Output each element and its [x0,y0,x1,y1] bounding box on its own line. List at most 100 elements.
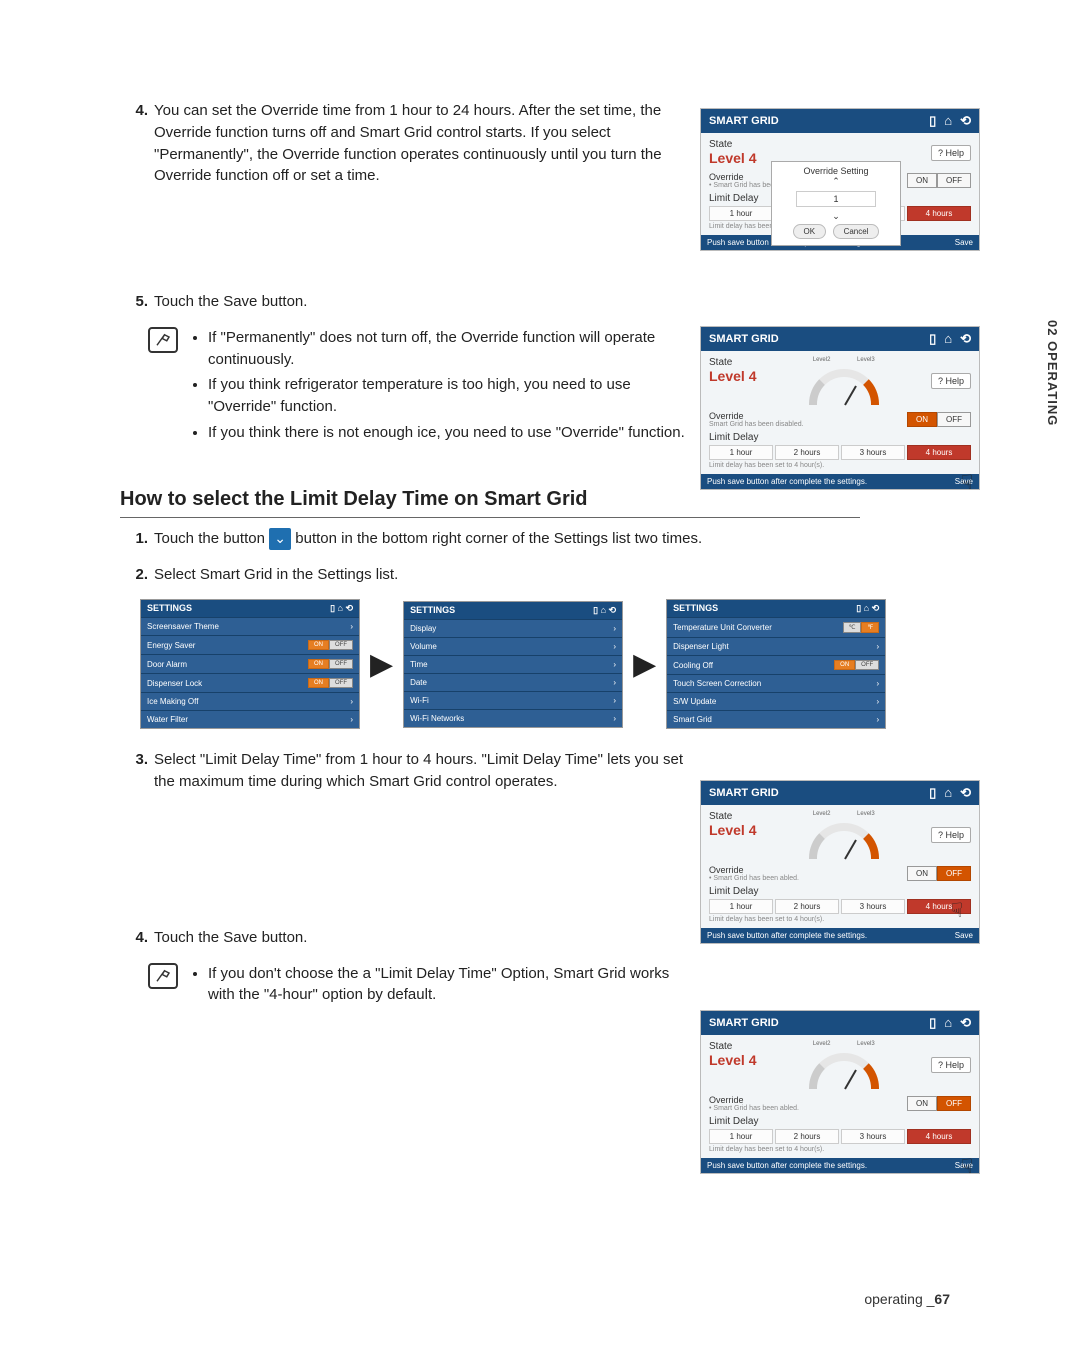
delay-option[interactable]: 1 hour [709,899,773,914]
toggle-on[interactable]: ON [907,412,937,427]
limit-label: Limit Delay [709,1116,971,1127]
page-footer: operating _67 [864,1291,950,1307]
home-icon[interactable]: ⌂ [944,113,952,128]
settings-item[interactable]: Screensaver Theme› [141,617,359,635]
delay-option[interactable]: 1 hour [709,445,773,460]
limit-msg: Limit delay has been set to 4 hour(s). [709,1146,971,1153]
override-popup: Override Setting ⌃ 1 ⌄ OK Cancel [771,161,901,246]
toggle-on[interactable]: ON [907,866,937,881]
delay-option[interactable]: 2 hours [775,899,839,914]
toggle-off[interactable]: OFF [937,1096,971,1111]
toggle-off[interactable]: OFF [937,412,971,427]
back-icon[interactable]: ⟲ [960,1015,971,1030]
step-text: Touch the Save button. [154,291,690,313]
delay-option-selected[interactable]: 4 hours [907,445,971,460]
delay-option-selected[interactable]: 4 hours [907,206,971,221]
settings-title: SETTINGS [147,603,192,614]
save-button[interactable]: Save [955,238,973,247]
settings-item[interactable]: Touch Screen Correction› [667,674,885,692]
delay-option[interactable]: 2 hours [775,1129,839,1144]
settings-item[interactable]: Display› [404,619,622,637]
delay-option[interactable]: 1 hour [709,1129,773,1144]
override-toggle[interactable]: ONOFF [907,1096,971,1111]
settings-item[interactable]: Dispenser LockONOFF [141,673,359,692]
note-block: If "Permanently" does not turn off, the … [120,327,690,448]
override-toggle[interactable]: ONOFF [907,866,971,881]
help-button[interactable]: ? Help [931,373,971,389]
step-text: You can set the Override time from 1 hou… [154,100,690,187]
footer-label: operating _ [864,1291,934,1307]
override-toggle[interactable]: ONOFF [907,412,971,427]
chevron-down-icon[interactable]: ⌄ [269,528,291,550]
note-item: If "Permanently" does not turn off, the … [208,327,690,371]
override-toggle[interactable]: ON OFF [907,173,971,188]
settings-item[interactable]: Water Filter› [141,710,359,728]
note-item: If you don't choose the a "Limit Delay T… [208,963,690,1007]
step-text: Touch the Save button. [154,927,690,949]
settings-item[interactable]: S/W Update› [667,692,885,710]
note-block: If you don't choose the a "Limit Delay T… [120,963,690,1011]
toggle-on[interactable]: ON [907,173,937,188]
settings-item[interactable]: Energy SaverONOFF [141,635,359,654]
popup-title: Override Setting [776,166,896,176]
panel-title: SMART GRID [709,115,779,127]
delay-option-selected[interactable]: 4 hours [907,1129,971,1144]
settings-item[interactable]: Date› [404,673,622,691]
settings-item[interactable]: Door AlarmONOFF [141,654,359,673]
arrow-right-icon: ▶ [633,647,656,682]
delay-option[interactable]: 2 hours [775,445,839,460]
popup-value[interactable]: 1 [796,191,876,207]
grid-icon[interactable]: ▯ [929,785,936,800]
override-sub: Smart Grid has been disabled. [709,421,804,428]
delay-option[interactable]: 1 hour [709,206,773,221]
override-label: Override [709,411,804,421]
settings-flow: SETTINGS ▯ ⌂ ⟲ Screensaver Theme› Energy… [140,599,1020,729]
settings-item[interactable]: Time› [404,655,622,673]
grid-icon[interactable]: ▯ [929,113,936,128]
back-icon[interactable]: ⟲ [960,113,971,128]
settings-item[interactable]: Wi-Fi Networks› [404,709,622,727]
settings-item[interactable]: Wi-Fi› [404,691,622,709]
step-text: Select "Limit Delay Time" from 1 hour to… [154,749,690,793]
settings-item[interactable]: Smart Grid› [667,710,885,728]
cancel-button[interactable]: Cancel [833,224,880,239]
step-number: 4. [120,927,154,949]
home-icon[interactable]: ⌂ [944,1015,952,1030]
header-icons: ▯ ⌂ ⟲ [330,603,353,614]
smartgrid-panel-popup: SMART GRID ▯⌂⟲ State Level 4 ? Help Over… [700,108,980,251]
toggle-on[interactable]: ON [907,1096,937,1111]
back-icon[interactable]: ⟲ [960,331,971,346]
settings-item[interactable]: Dispenser Light› [667,637,885,655]
delay-option[interactable]: 3 hours [841,445,905,460]
grid-icon[interactable]: ▯ [929,1015,936,1030]
note-item: If you think refrigerator temperature is… [208,374,690,418]
settings-header: SETTINGS▯ ⌂ ⟲ [667,600,885,617]
step-b4: 4. Touch the Save button. [120,927,690,949]
header-icons: ▯ ⌂ ⟲ [921,113,971,129]
settings-item[interactable]: Volume› [404,637,622,655]
help-button[interactable]: ? Help [931,145,971,161]
gauge: Level2Level3 [809,357,879,405]
state-level: Level 4 [709,150,756,166]
note-icon [148,327,178,353]
grid-icon[interactable]: ▯ [929,331,936,346]
toggle-off[interactable]: OFF [937,866,971,881]
delay-option[interactable]: 3 hours [841,1129,905,1144]
help-button[interactable]: ? Help [931,1057,971,1073]
ok-button[interactable]: OK [793,224,827,239]
home-icon[interactable]: ⌂ [944,785,952,800]
delay-option[interactable]: 3 hours [841,899,905,914]
help-button[interactable]: ? Help [931,827,971,843]
toggle-off[interactable]: OFF [937,173,971,188]
save-button[interactable]: Save [955,931,973,940]
step-4: 4. You can set the Override time from 1 … [120,100,690,187]
settings-item[interactable]: Cooling OffONOFF [667,655,885,674]
settings-item[interactable]: Temperature Unit Converter℃℉ [667,617,885,637]
limit-msg: Limit delay has been set to 4 hour(s). [709,462,971,469]
smartgrid-panel-2: SMART GRID▯⌂⟲ State Level 4 Level2Level3… [700,326,980,490]
settings-item[interactable]: Ice Making Off› [141,692,359,710]
arrow-right-icon: ▶ [370,647,393,682]
home-icon[interactable]: ⌂ [944,331,952,346]
back-icon[interactable]: ⟲ [960,785,971,800]
state-label: State [709,811,756,822]
